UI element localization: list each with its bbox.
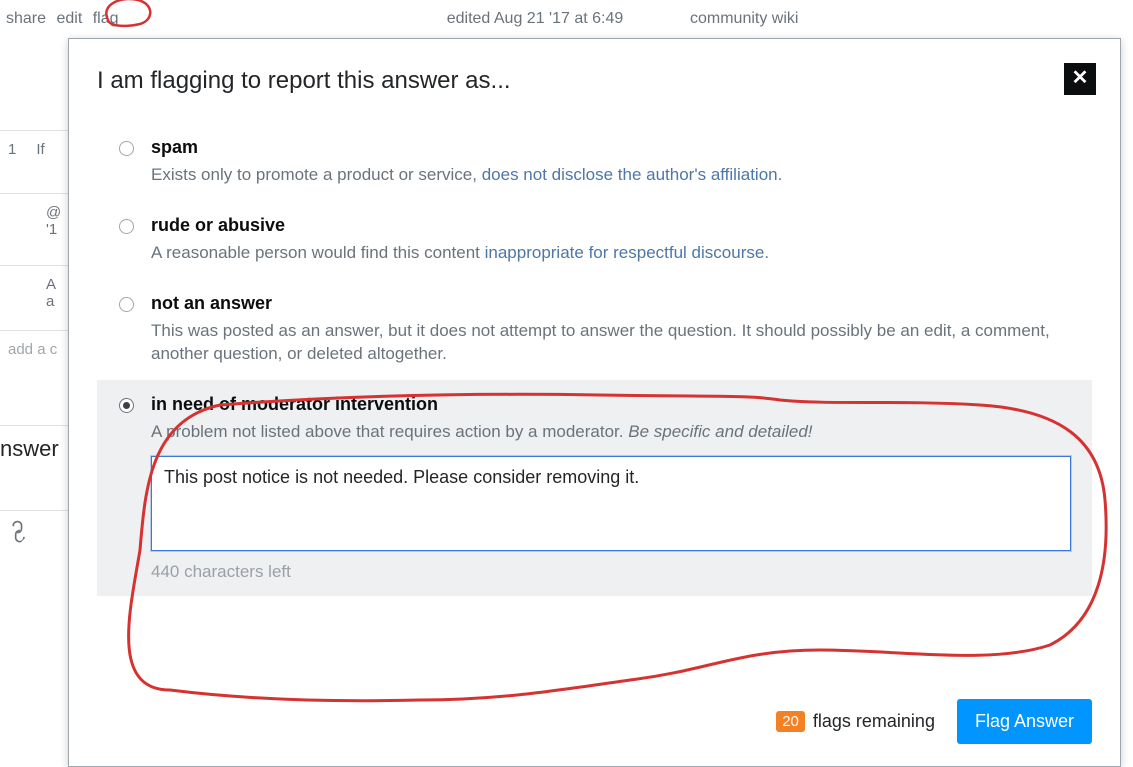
spam-help-link[interactable]: does not disclose the author's affiliati… [482,165,778,184]
radio-moderator[interactable] [119,398,134,413]
edited-date: Aug 21 '17 at 6:49 [494,10,623,27]
flag-count-badge: 20 [776,711,805,732]
flags-remaining: 20 flags remaining [776,711,935,732]
radio-rude[interactable] [119,219,134,234]
close-icon: ✕ [1072,67,1089,89]
share-link[interactable]: share [6,10,46,27]
flag-option-not-an-answer[interactable]: not an answer This was posted as an answ… [97,279,1092,380]
flag-option-rude[interactable]: rude or abusive A reasonable person woul… [97,201,1092,279]
option-title: not an answer [151,293,1080,314]
annotation-flag-circle [100,0,156,28]
moderator-message-input[interactable]: This post notice is not needed. Please c… [151,456,1071,551]
edited-label: edited [447,10,491,27]
flags-remaining-label: flags remaining [813,711,935,732]
char-count: 440 characters left [151,562,1080,582]
option-title: in need of moderator intervention [151,394,1080,415]
edit-link[interactable]: edit [56,10,82,27]
flag-option-moderator[interactable]: in need of moderator intervention A prob… [97,380,1092,596]
radio-spam[interactable] [119,141,134,156]
community-wiki-link[interactable]: community wiki [690,10,798,28]
option-desc: Exists only to promote a product or serv… [151,164,1080,187]
flag-dialog: ✕ I am flagging to report this answer as… [68,38,1121,767]
option-desc: This was posted as an answer, but it doe… [151,320,1080,366]
option-desc: A problem not listed above that requires… [151,421,1080,444]
option-title: rude or abusive [151,215,1080,236]
close-button[interactable]: ✕ [1064,63,1096,95]
bg-fragment: Aa [0,265,70,320]
rude-help-link[interactable]: inappropriate for respectful discourse [485,243,765,262]
dialog-title: I am flagging to report this answer as..… [97,67,1092,95]
flag-option-spam[interactable]: spam Exists only to promote a product or… [97,123,1092,201]
flag-answer-button[interactable]: Flag Answer [957,699,1092,744]
bg-fragment-heading: nswer [0,425,70,472]
edited-info[interactable]: edited Aug 21 '17 at 6:49 [400,10,670,28]
bg-fragment: 1If [0,130,70,168]
bg-fragment: @'1 [0,193,70,248]
radio-naa[interactable] [119,297,134,312]
link-icon[interactable] [0,510,70,555]
option-desc: A reasonable person would find this cont… [151,242,1080,265]
option-title: spam [151,137,1080,158]
